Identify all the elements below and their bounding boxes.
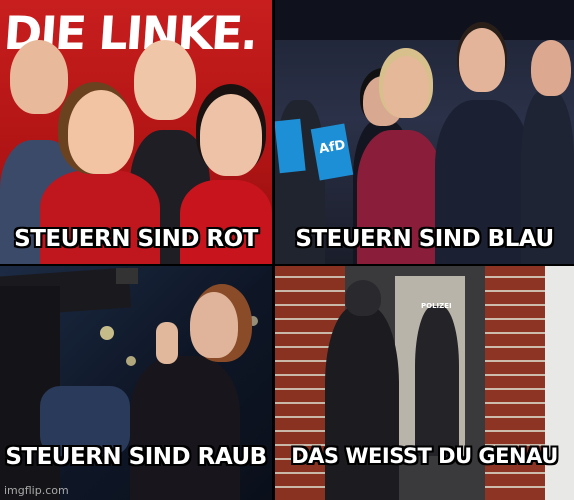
afd-flag: [275, 118, 306, 174]
officer-body: [325, 306, 399, 500]
panel-die-linke: DIE LINKE. STEUERN SIND ROT: [0, 0, 272, 264]
person-head: [531, 40, 571, 96]
victim-body: [130, 356, 240, 500]
person-head: [10, 40, 68, 114]
raised-hand: [156, 322, 178, 364]
ceiling: [275, 0, 574, 40]
person-head: [200, 94, 262, 176]
caption: STEUERN SIND RAUB: [5, 444, 267, 470]
panel-afd: AfD STEUERN SIND BLAU: [275, 0, 574, 264]
imgflip-watermark: imgflip.com: [4, 484, 69, 497]
gun: [116, 268, 138, 284]
street-light: [100, 326, 114, 340]
caption: STEUERN SIND ROT: [14, 226, 258, 252]
officer-helmet: [345, 280, 381, 316]
person-head: [134, 40, 196, 120]
victim-head: [190, 292, 238, 358]
person-head: [68, 90, 134, 174]
panel-robbery: STEUERN SIND RAUB imgflip.com: [0, 266, 272, 500]
officer-back-body: [415, 306, 459, 456]
street-light: [126, 356, 136, 366]
street-light: [248, 316, 258, 326]
panel-police: POLIZEI DAS WEISST DU GENAU: [275, 266, 574, 500]
person-head: [383, 56, 429, 118]
caption: DAS WEISST DU GENAU: [291, 444, 558, 468]
caption: STEUERN SIND BLAU: [295, 226, 554, 252]
officer-back-vest: POLIZEI: [421, 302, 452, 310]
person-head: [459, 28, 505, 92]
